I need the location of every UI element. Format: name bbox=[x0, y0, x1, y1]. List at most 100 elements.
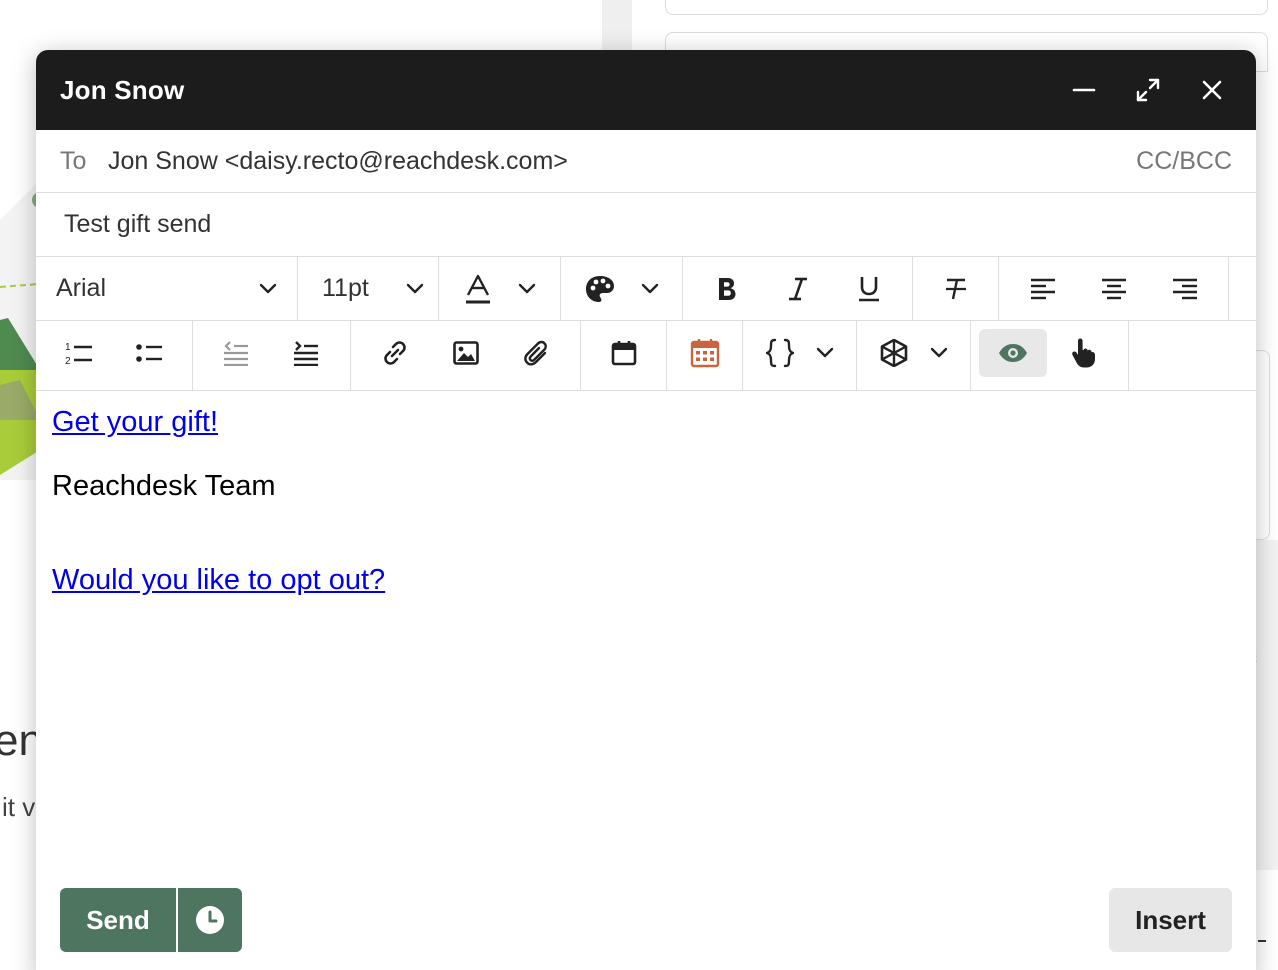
preview-button[interactable] bbox=[979, 329, 1047, 377]
subject-field[interactable]: Test gift send bbox=[36, 193, 1256, 257]
font-size-select[interactable]: 11pt bbox=[298, 265, 438, 313]
background-strip bbox=[1256, 540, 1278, 870]
insert-button[interactable]: Insert bbox=[1109, 888, 1232, 952]
svg-text:2: 2 bbox=[65, 356, 71, 366]
indent-button[interactable] bbox=[271, 329, 341, 377]
calendar-icon bbox=[611, 341, 636, 366]
close-icon bbox=[1202, 80, 1222, 100]
insert-gift-dropdown[interactable] bbox=[924, 329, 954, 377]
empty-line bbox=[52, 533, 1240, 563]
calendar-group bbox=[581, 321, 667, 385]
font-family-group: Arial bbox=[36, 257, 298, 320]
insert-media-group bbox=[351, 321, 581, 385]
scheduling-group bbox=[667, 321, 743, 385]
email-body-editor[interactable]: Get your gift! Reachdesk Team Would you … bbox=[36, 391, 1256, 641]
email-compose-window: Jon Snow To Jon Snow <daisy.recto@reachd… bbox=[36, 50, 1256, 970]
background-color-button[interactable] bbox=[579, 265, 621, 313]
gift-group bbox=[857, 321, 971, 385]
font-size-group: 11pt bbox=[298, 257, 439, 320]
clear-formatting-button[interactable] bbox=[928, 265, 984, 313]
insert-variable-dropdown[interactable] bbox=[810, 329, 840, 377]
underline-icon bbox=[858, 276, 879, 301]
chevron-down-icon bbox=[406, 283, 424, 293]
signature-text: Reachdesk Team bbox=[52, 470, 276, 502]
gift-cube-icon bbox=[880, 339, 907, 367]
track-clicks-button[interactable] bbox=[1047, 329, 1119, 377]
cc-bcc-toggle[interactable]: CC/BCC bbox=[1136, 147, 1232, 176]
indent-icon bbox=[294, 341, 318, 366]
send-button[interactable]: Send bbox=[60, 888, 176, 952]
svg-text:1: 1 bbox=[65, 342, 71, 353]
text-color-icon bbox=[465, 274, 490, 303]
align-left-button[interactable] bbox=[1007, 265, 1078, 313]
outdent-icon bbox=[224, 341, 248, 366]
chevron-down-icon bbox=[259, 283, 277, 293]
font-family-value: Arial bbox=[56, 274, 107, 302]
minimize-button[interactable] bbox=[1064, 70, 1104, 110]
opt-out-link[interactable]: Would you like to opt out? bbox=[52, 564, 385, 596]
recipient-row: To Jon Snow <daisy.recto@reachdesk.com> … bbox=[36, 130, 1256, 193]
align-center-icon bbox=[1101, 278, 1126, 299]
background-color-group bbox=[561, 257, 683, 320]
compose-titlebar: Jon Snow bbox=[36, 50, 1256, 130]
bullet-list-button[interactable] bbox=[114, 329, 184, 377]
attach-file-button[interactable] bbox=[501, 329, 572, 377]
underline-button[interactable] bbox=[833, 265, 904, 313]
compose-title: Jon Snow bbox=[60, 74, 185, 105]
align-right-icon bbox=[1172, 278, 1197, 299]
meeting-link-button[interactable] bbox=[677, 329, 733, 377]
text-color-button[interactable] bbox=[458, 265, 498, 313]
schedule-send-button[interactable] bbox=[178, 888, 242, 952]
background-text: it v bbox=[2, 792, 36, 822]
outdent-button[interactable] bbox=[201, 329, 271, 377]
strikethrough-group bbox=[913, 257, 999, 320]
recipient-field[interactable]: Jon Snow <daisy.recto@reachdesk.com> bbox=[108, 147, 1136, 176]
clock-icon bbox=[196, 906, 224, 934]
compose-footer: Send Insert bbox=[60, 888, 1232, 952]
align-center-button[interactable] bbox=[1078, 265, 1149, 313]
variables-group bbox=[743, 321, 857, 385]
insert-variable-button[interactable] bbox=[760, 329, 800, 377]
gift-link[interactable]: Get your gift! bbox=[52, 406, 218, 438]
align-right-button[interactable] bbox=[1149, 265, 1220, 313]
expand-icon bbox=[1136, 78, 1160, 102]
numbered-list-button[interactable]: 12 bbox=[44, 329, 114, 377]
text-color-dropdown[interactable] bbox=[512, 265, 542, 313]
insert-image-button[interactable] bbox=[430, 329, 501, 377]
italic-button[interactable] bbox=[762, 265, 833, 313]
background-card bbox=[665, 0, 1268, 15]
toolbar-filler bbox=[1129, 321, 1256, 385]
chevron-down-icon bbox=[930, 347, 947, 358]
background-illustration bbox=[0, 180, 40, 480]
indent-group bbox=[193, 321, 351, 385]
background-mark bbox=[1258, 940, 1266, 942]
alignment-group bbox=[999, 257, 1229, 320]
chevron-down-icon bbox=[518, 283, 535, 293]
eye-icon bbox=[999, 344, 1027, 362]
paperclip-icon bbox=[523, 340, 547, 366]
insert-gift-button[interactable] bbox=[874, 329, 914, 377]
insert-link-button[interactable] bbox=[359, 329, 430, 377]
close-button[interactable] bbox=[1192, 70, 1232, 110]
background-color-dropdown[interactable] bbox=[635, 265, 665, 313]
font-size-value: 11pt bbox=[322, 274, 369, 302]
expand-button[interactable] bbox=[1128, 70, 1168, 110]
list-group: 12 bbox=[36, 321, 193, 385]
bold-button[interactable] bbox=[691, 265, 762, 313]
image-icon bbox=[452, 341, 479, 365]
palette-icon bbox=[585, 275, 614, 302]
curly-braces-icon bbox=[765, 338, 794, 368]
calendar-grid-icon bbox=[690, 339, 719, 368]
insert-date-button[interactable] bbox=[596, 329, 652, 377]
text-color-group bbox=[439, 257, 561, 320]
strikethrough-icon bbox=[945, 278, 966, 299]
chevron-down-icon bbox=[816, 347, 833, 358]
chevron-down-icon bbox=[641, 283, 658, 293]
minimize-icon bbox=[1072, 88, 1096, 92]
bullet-list-icon bbox=[136, 344, 162, 362]
formatting-toolbar-row-1: Arial 11pt bbox=[36, 257, 1256, 321]
italic-icon bbox=[788, 277, 807, 300]
font-family-select[interactable]: Arial bbox=[36, 265, 297, 313]
link-icon bbox=[383, 341, 406, 365]
pointer-hand-icon bbox=[1072, 338, 1095, 368]
